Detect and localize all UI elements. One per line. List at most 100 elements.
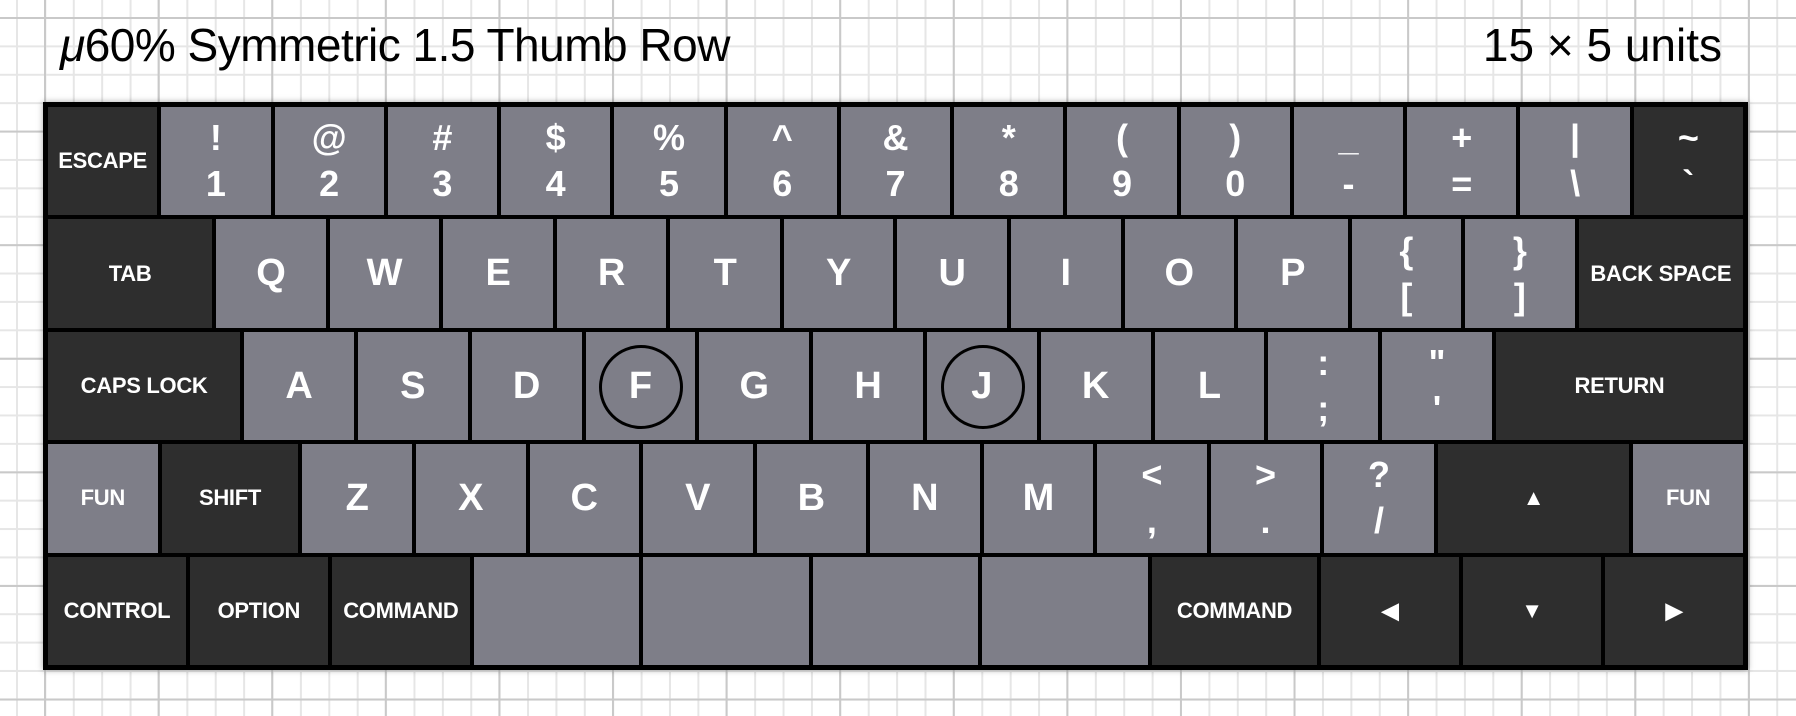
key-option[interactable]: OPTION xyxy=(189,556,328,666)
key-j[interactable]: J xyxy=(926,331,1037,441)
key-control[interactable]: CONTROL xyxy=(48,556,186,666)
key-k[interactable]: K xyxy=(1040,331,1151,441)
key-sym[interactable]: {[ xyxy=(1351,219,1462,328)
key-sym[interactable]: >. xyxy=(1210,444,1321,553)
key-caps-lock[interactable]: CAPS LOCK xyxy=(48,331,241,441)
key-base-legend: 6 xyxy=(772,163,793,205)
key-arrow-left[interactable]: ◀ xyxy=(1321,556,1460,666)
key-sym[interactable]: + = xyxy=(1407,107,1517,216)
key-legend: FUN xyxy=(1666,485,1711,511)
key-legend: P xyxy=(1280,252,1306,295)
key-legend: T xyxy=(713,252,737,295)
key-r[interactable]: R xyxy=(556,219,667,328)
key-thumb-1[interactable] xyxy=(473,556,640,666)
key-backslash[interactable]: | \ xyxy=(1520,107,1630,216)
key-thumb-4[interactable] xyxy=(982,556,1148,666)
key-u[interactable]: U xyxy=(897,219,1008,328)
key-arrow-right[interactable]: ▶ xyxy=(1605,556,1744,666)
key-arrow-down[interactable]: ▼ xyxy=(1463,556,1602,666)
key-shift[interactable]: SHIFT xyxy=(161,444,299,553)
key-s[interactable]: S xyxy=(357,331,468,441)
key-legend: RETURN xyxy=(1574,373,1665,399)
key-l[interactable]: L xyxy=(1154,331,1265,441)
layout-title: μ60% Symmetric 1.5 Thumb Row xyxy=(60,18,730,72)
arrow-up-icon: ▲ xyxy=(1522,485,1545,511)
key-legend: H xyxy=(854,364,882,407)
key-d[interactable]: D xyxy=(471,331,582,441)
key-legend: R xyxy=(597,252,626,295)
key-z[interactable]: Z xyxy=(302,444,412,553)
key-base-legend: ` xyxy=(1682,163,1695,205)
key-legend: C xyxy=(570,476,598,519)
key-3[interactable]: #3 xyxy=(387,107,498,216)
key-tab[interactable]: TAB xyxy=(48,219,213,328)
key-thumb-2[interactable] xyxy=(643,556,809,666)
key-1[interactable]: ! 1 xyxy=(161,107,271,216)
key-a[interactable]: A xyxy=(244,331,354,441)
key-p[interactable]: P xyxy=(1238,219,1348,328)
key-shift-legend: ( xyxy=(1116,117,1129,159)
key-7[interactable]: & 7 xyxy=(840,107,951,216)
key-g[interactable]: G xyxy=(699,331,810,441)
key-sym[interactable]: ? / xyxy=(1324,444,1434,553)
key-sym[interactable]: <, xyxy=(1097,444,1207,553)
key-fun[interactable]: FUN xyxy=(1633,444,1743,553)
key-legend: B xyxy=(797,476,826,519)
key-sym[interactable]: :; xyxy=(1268,331,1379,441)
key-base-legend: 4 xyxy=(545,163,566,205)
key-c[interactable]: C xyxy=(529,444,640,553)
key-6[interactable]: ^ 6 xyxy=(727,107,837,216)
key-legend: S xyxy=(400,364,426,407)
key-x[interactable]: X xyxy=(415,444,526,553)
key-thumb-3[interactable] xyxy=(812,556,979,666)
key-legend: FUN xyxy=(80,485,126,511)
key-legend: K xyxy=(1081,364,1110,407)
key-legend: COMMAND xyxy=(343,597,459,623)
key-base-legend: 5 xyxy=(658,163,679,205)
key-sym[interactable]: }] xyxy=(1465,219,1575,328)
key-o[interactable]: O xyxy=(1124,219,1235,328)
key-m[interactable]: M xyxy=(983,444,1094,553)
key-shift-legend: ~ xyxy=(1677,117,1699,159)
key-t[interactable]: T xyxy=(670,219,780,328)
key-f[interactable]: F xyxy=(585,331,696,441)
key-command[interactable]: COMMAND xyxy=(1151,556,1318,666)
key-e[interactable]: E xyxy=(443,219,553,328)
key-9[interactable]: (9 xyxy=(1067,107,1177,216)
key-n[interactable]: N xyxy=(870,444,980,553)
key-base-legend: 7 xyxy=(885,163,906,205)
key-5[interactable]: % 5 xyxy=(614,107,724,216)
key-w[interactable]: W xyxy=(329,219,440,328)
key-escape[interactable]: ESCAPE xyxy=(48,107,158,216)
key-2[interactable]: @2 xyxy=(274,107,384,216)
layout-dimensions: 15 × 5 units xyxy=(1482,19,1722,71)
key-sym[interactable]: ~ ` xyxy=(1633,107,1743,216)
key-return[interactable]: RETURN xyxy=(1495,331,1743,441)
key-base-legend: ' xyxy=(1432,388,1442,430)
key-fun[interactable]: FUN xyxy=(48,444,158,553)
key-v[interactable]: V xyxy=(643,444,753,553)
key-arrow-up[interactable]: ▲ xyxy=(1437,444,1630,553)
key-8[interactable]: * 8 xyxy=(954,107,1064,216)
key-shift-legend: $ xyxy=(545,117,566,159)
key-i[interactable]: I xyxy=(1011,219,1121,328)
key-legend: N xyxy=(911,476,939,519)
key-back-space[interactable]: BACK SPACE xyxy=(1578,219,1743,328)
key-row-3: CAPS LOCK A S D F G H J K L:; " ' RETURN xyxy=(48,331,1743,441)
key-shift-legend: @ xyxy=(311,117,347,159)
key-b[interactable]: B xyxy=(756,444,867,553)
key-legend: I xyxy=(1060,252,1072,295)
arrow-right-icon: ▶ xyxy=(1665,597,1683,623)
key-shift-legend: > xyxy=(1254,454,1276,496)
key-q[interactable]: Q xyxy=(216,219,326,328)
key-legend: O xyxy=(1164,252,1195,295)
key-y[interactable]: Y xyxy=(783,219,894,328)
key-0[interactable]: ) 0 xyxy=(1180,107,1290,216)
key-4[interactable]: $4 xyxy=(501,107,611,216)
key-legend: BACK SPACE xyxy=(1590,260,1732,286)
key-sym[interactable]: " ' xyxy=(1382,331,1492,441)
key-h[interactable]: H xyxy=(813,331,923,441)
key-command[interactable]: COMMAND xyxy=(331,556,470,666)
title-text: 60% Symmetric 1.5 Thumb Row xyxy=(84,19,731,71)
key-sym[interactable]: _ - xyxy=(1293,107,1404,216)
